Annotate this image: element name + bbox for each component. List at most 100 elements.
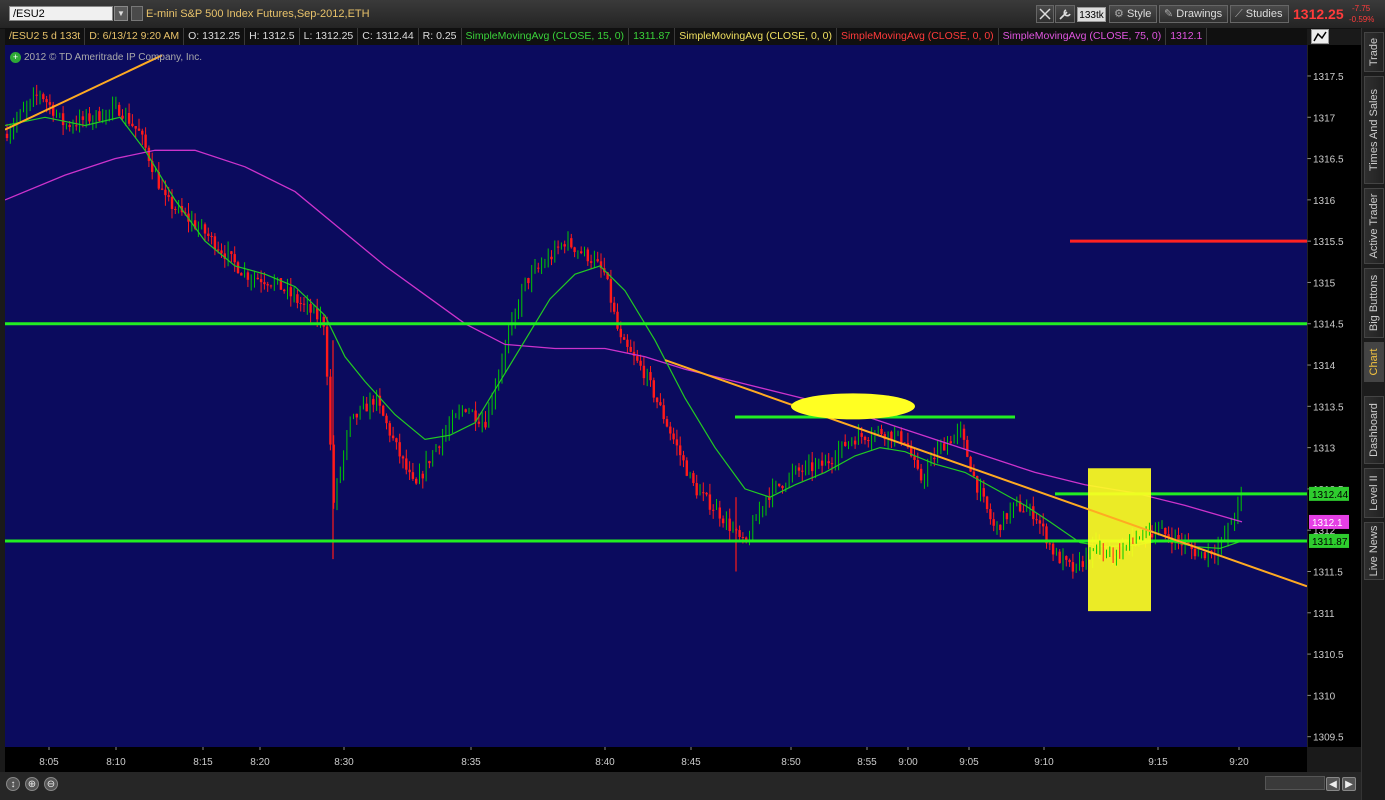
candle-body: [629, 346, 632, 352]
zoom-out-button[interactable]: ⊖: [44, 777, 58, 791]
candle-body: [811, 462, 814, 472]
zoom-in-button[interactable]: ⊕: [25, 777, 39, 791]
candle-body: [985, 496, 989, 510]
candle-body: [217, 249, 220, 251]
price-tick-label: 1313.5: [1313, 402, 1344, 413]
candle-body: [385, 415, 388, 424]
candle-body: [969, 456, 972, 472]
candle-body: [256, 277, 259, 280]
study-sma75-label[interactable]: SimpleMovingAvg (CLOSE, 75, 0): [999, 28, 1167, 45]
tab-label: Dashboard: [1368, 403, 1380, 457]
candle-body: [801, 470, 804, 472]
line-chart-icon: [1313, 31, 1327, 42]
time-tick-label: 8:05: [39, 757, 59, 768]
candle-body: [1005, 513, 1009, 520]
candle-body: [213, 236, 217, 250]
candle-body: [639, 360, 642, 366]
candle-body: [302, 303, 306, 305]
price-chart-area[interactable]: [5, 45, 1307, 747]
candle-body: [989, 509, 992, 520]
candle-body: [943, 443, 946, 451]
candle-body: [127, 113, 131, 124]
price-tick-label: 1309.5: [1313, 733, 1344, 744]
price-tick-label: 1315: [1313, 278, 1336, 289]
candle-body: [240, 273, 243, 276]
move-chart-button[interactable]: ↕: [6, 777, 20, 791]
drawings-menu-button[interactable]: ✎ Drawings: [1159, 5, 1228, 23]
price-chart-svg[interactable]: [5, 45, 1307, 747]
symbol-dropdown-button[interactable]: ▼: [114, 6, 128, 21]
candle-body: [550, 256, 553, 260]
style-menu-button[interactable]: ⚙ Style: [1109, 5, 1157, 23]
wrench-icon: [1059, 9, 1071, 20]
scroll-right-button[interactable]: ▶: [1342, 777, 1356, 791]
tab-trade[interactable]: Trade: [1364, 32, 1384, 72]
candle-body: [586, 249, 589, 262]
candle-body: [35, 94, 38, 96]
copyright-notice: +2012 © TD Ameritrade IP Company, Inc.: [10, 52, 202, 63]
study-sma15-label[interactable]: SimpleMovingAvg (CLOSE, 15, 0): [462, 28, 630, 45]
candle-body: [702, 492, 705, 494]
highlight-ellipse: [791, 393, 915, 420]
price-tick-label: 1317: [1313, 113, 1336, 124]
candle-body: [655, 397, 659, 403]
time-tick-label: 8:10: [106, 757, 126, 768]
candle-body: [428, 461, 431, 464]
candle-body: [296, 294, 299, 303]
candle-body: [477, 421, 481, 424]
tab-active-trader[interactable]: Active Trader: [1364, 188, 1384, 264]
candle-body: [880, 428, 883, 435]
chart-mode-toggle[interactable]: [1311, 29, 1329, 44]
candle-body: [141, 130, 144, 135]
zoom-out-icon: ⊖: [46, 779, 56, 790]
drawings-label: Drawings: [1176, 8, 1223, 20]
info-high: H: 1312.5: [245, 28, 300, 45]
settings-tool-button[interactable]: [1055, 5, 1075, 23]
percent-change: -0.59%: [1349, 15, 1375, 24]
price-tick-label: 1315.5: [1313, 237, 1344, 248]
candle-body: [207, 233, 210, 237]
crosshair-tool-button[interactable]: [1036, 5, 1054, 23]
price-axis[interactable]: 1317.5 1317 1316.5 1316 1315.5 1315 1314.5 1314…: [1306, 45, 1361, 747]
time-tick-label: 8:50: [781, 757, 801, 768]
instrument-description: E-mini S&P 500 Index Futures,Sep-2012,ET…: [146, 8, 370, 20]
tab-dashboard[interactable]: Dashboard: [1364, 396, 1384, 464]
candle-body: [596, 259, 599, 262]
candle-body: [395, 438, 398, 443]
tab-chart[interactable]: Chart: [1364, 342, 1384, 382]
price-tick-label: 1310.5: [1313, 650, 1344, 661]
tab-level-ii[interactable]: Level II: [1364, 468, 1384, 518]
horizontal-scrollbar[interactable]: [1265, 776, 1325, 790]
move-icon: ↕: [10, 779, 16, 790]
candle-body: [484, 421, 487, 428]
candle-body: [712, 509, 715, 511]
info-circle-icon[interactable]: +: [10, 52, 21, 63]
candle-body: [913, 456, 916, 460]
candle-body: [933, 457, 936, 460]
study-sma-red-label[interactable]: SimpleMovingAvg (CLOSE, 0, 0): [837, 28, 999, 45]
candle-body: [408, 469, 411, 473]
candle-body: [325, 326, 329, 377]
candle-body: [616, 311, 619, 329]
tab-big-buttons[interactable]: Big Buttons: [1364, 268, 1384, 338]
tab-live-news[interactable]: Live News: [1364, 522, 1384, 580]
time-tick-label: 9:00: [898, 757, 918, 768]
price-tick-label: 1314: [1313, 361, 1336, 372]
candle-body: [636, 356, 639, 361]
candle-body: [1058, 551, 1061, 564]
symbol-input[interactable]: /ESU2: [9, 6, 113, 21]
time-tick-label: 9:20: [1229, 757, 1249, 768]
candle-body: [672, 433, 675, 440]
study-sma-yellow-label[interactable]: SimpleMovingAvg (CLOSE, 0, 0): [675, 28, 837, 45]
time-axis[interactable]: 8:05 8:10 8:15 8:20 8:30 8:35 8:40 8:45 8:50 8:55…: [5, 747, 1307, 772]
time-axis-svg: 8:05 8:10 8:15 8:20 8:30 8:35 8:40 8:45 8:50 8:55…: [39, 747, 1249, 768]
studies-menu-button[interactable]: ⟋ Studies: [1230, 5, 1289, 23]
aggregation-ticks-box[interactable]: 133tk: [1077, 7, 1106, 22]
scroll-left-button[interactable]: ◀: [1326, 777, 1340, 791]
candle-body: [580, 251, 583, 254]
tab-times-and-sales[interactable]: Times And Sales: [1364, 76, 1384, 184]
candle-body: [685, 460, 688, 476]
symbol-studies-icon[interactable]: [131, 6, 143, 21]
candle-body: [665, 419, 669, 427]
candle-body: [131, 123, 134, 127]
